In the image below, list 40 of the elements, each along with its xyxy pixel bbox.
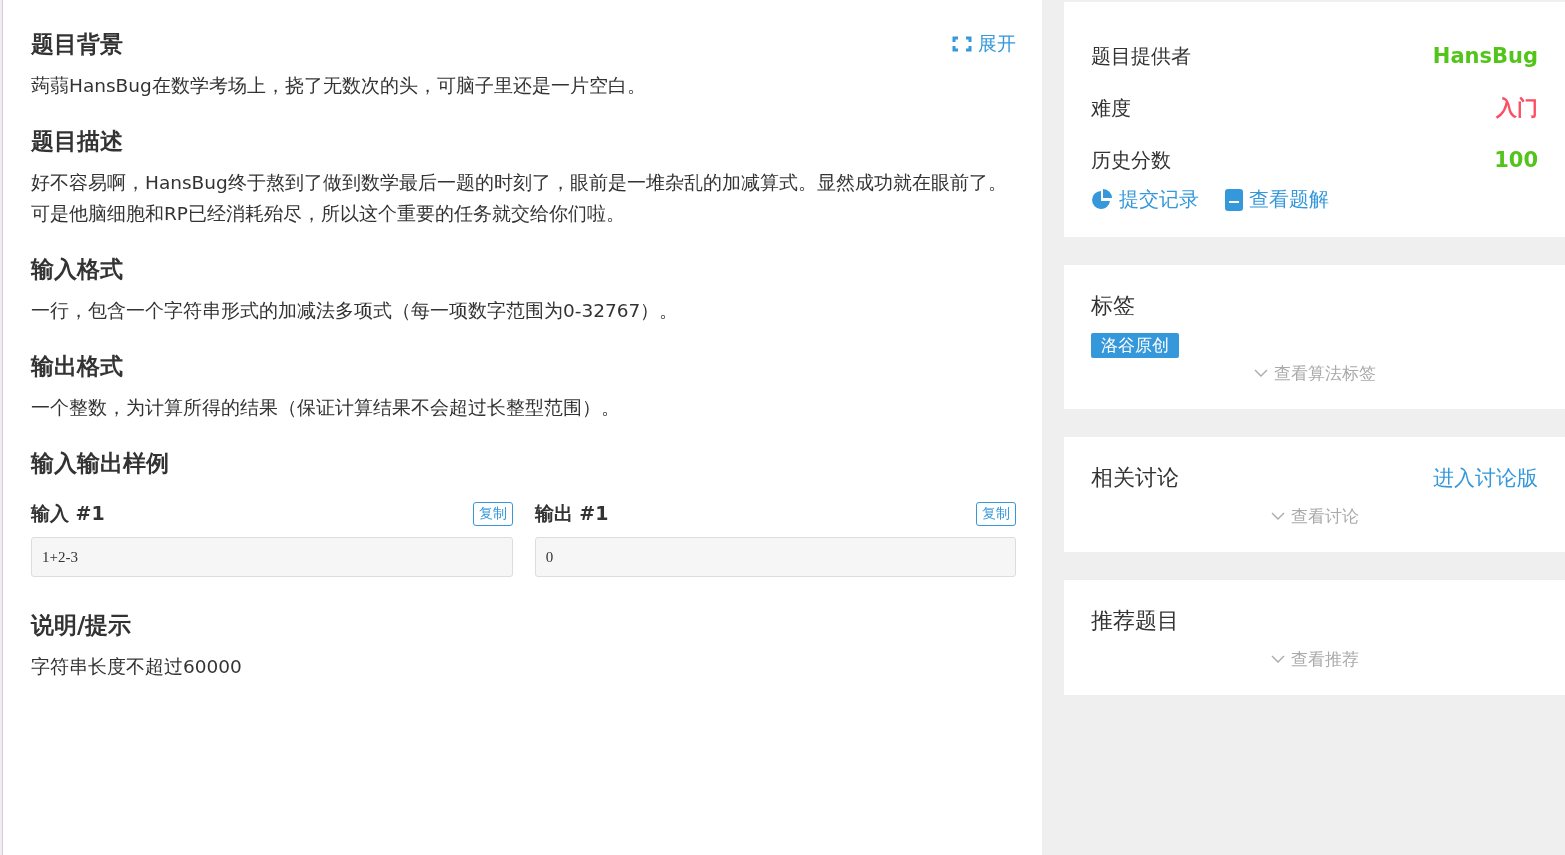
info-label: 历史分数 <box>1091 146 1172 174</box>
card-title: 推荐题目 <box>1091 607 1181 635</box>
info-value: 100 <box>1494 148 1538 172</box>
pie-chart-icon <box>1091 188 1114 211</box>
paragraph: 字符串长度不超过60000 <box>31 655 243 679</box>
expand-link[interactable]: 展开 <box>952 31 1017 57</box>
info-value: 入门 <box>1496 95 1538 122</box>
chevron-down-icon <box>1270 512 1285 521</box>
chevron-down-icon <box>1253 369 1268 378</box>
section-title: 输入输出样例 <box>31 448 169 478</box>
side-link[interactable]: 查看题解 <box>1225 186 1330 213</box>
section-title: 题目背景 <box>31 29 123 59</box>
section-title: 说明/提示 <box>31 610 132 640</box>
paragraph: 好不容易啊，HansBug终于熬到了做到数学最后一题的时刻了，眼前是一堆杂乱的加减算式。显然成功就在眼前了。可是他脑细胞和RP已经消耗殆尽，所以这个重要的任务就交给你们啦。 <box>31 171 1008 226</box>
paragraph: 一个整数，为计算所得的结果（保证计算结果不会超过长整型范围）。 <box>31 396 621 420</box>
paragraph: 蒟蒻HansBug在数学考场上，挠了无数次的头，可脑子里还是一片空白。 <box>31 74 647 98</box>
sample-code: 0 <box>534 537 1017 577</box>
sample-code: 1+2-3 <box>31 537 513 577</box>
card-title: 相关讨论 <box>1091 464 1180 492</box>
section-title: 题目描述 <box>31 126 123 156</box>
side-link[interactable]: 提交记录 <box>1091 186 1200 213</box>
info-label: 题目提供者 <box>1091 42 1192 70</box>
section-title: 输出格式 <box>31 351 123 381</box>
copy-button[interactable]: 复制 <box>472 502 513 526</box>
book-icon <box>1225 188 1244 211</box>
card-title: 标签 <box>1091 292 1137 320</box>
section-title: 输入格式 <box>31 254 123 284</box>
tag[interactable]: 洛谷原创 <box>1091 333 1180 358</box>
more-link[interactable]: 查看推荐 <box>1091 648 1538 671</box>
more-link[interactable]: 查看讨论 <box>1091 505 1538 528</box>
copy-button[interactable]: 复制 <box>976 502 1017 526</box>
discuss-link[interactable]: 进入讨论版 <box>1433 464 1538 492</box>
paragraph: 一行，包含一个字符串形式的加减法多项式（每一项数字范围为0-32767）。 <box>31 299 680 323</box>
expand-icon <box>952 36 973 52</box>
info-label: 难度 <box>1091 94 1132 122</box>
chevron-down-icon <box>1270 655 1285 664</box>
sample-label: 输入 #1 <box>31 501 105 526</box>
more-link[interactable]: 查看算法标签 <box>1091 362 1538 385</box>
info-value: HansBug <box>1432 44 1538 68</box>
sample-label: 输出 #1 <box>534 501 609 526</box>
